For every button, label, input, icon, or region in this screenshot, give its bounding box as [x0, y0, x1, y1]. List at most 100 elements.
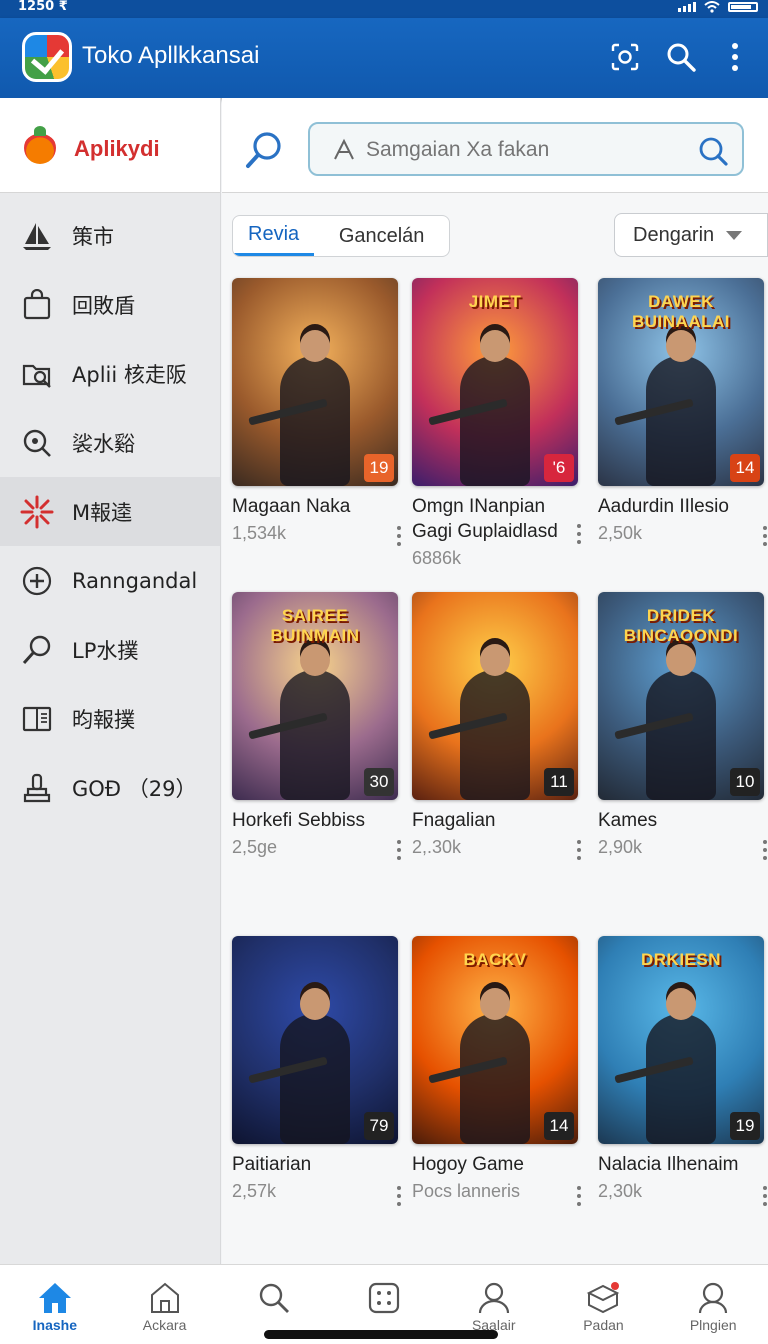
sidebar-item-label: 裟水谿 — [72, 431, 135, 456]
app-card[interactable]: BACKV 14 Hogoy Game Pocs lanneris — [412, 936, 584, 1206]
rating-badge: 19 — [730, 1112, 760, 1140]
search-field[interactable] — [308, 122, 744, 176]
nav-store[interactable]: Ackara — [110, 1265, 220, 1344]
status-icons — [678, 1, 758, 13]
rating-badge: '6 — [544, 454, 574, 482]
rating-badge: 19 — [364, 454, 394, 482]
status-bar: 1250 ₹ — [0, 0, 768, 18]
app-thumbnail: DAWEK BUINAALAI 14 — [598, 278, 764, 486]
more-vert-icon[interactable] — [718, 40, 752, 74]
add-circle-icon — [20, 564, 54, 598]
more-vert-icon[interactable] — [762, 1186, 768, 1206]
sidebar-item-7[interactable]: 昀報撲 — [0, 684, 220, 753]
sidebar-item-5[interactable]: Ranngandal — [0, 546, 220, 615]
status-time: 1250 ₹ — [18, 0, 68, 14]
wifi-icon — [704, 1, 720, 13]
nav-inbox[interactable]: Padan — [549, 1265, 659, 1344]
inbox-icon — [585, 1279, 621, 1317]
sidebar-item-8[interactable]: GOĐ （29） — [0, 753, 220, 822]
more-vert-icon[interactable] — [576, 1186, 582, 1206]
app-card[interactable]: JIMET '6 Omgn INanpian Gagi Guplaidlasd … — [412, 278, 584, 572]
app-logo — [22, 32, 72, 82]
sidebar-item-2[interactable]: Aplii 核走阪 — [0, 339, 220, 408]
tab-gancelan[interactable]: Gancelán — [314, 216, 449, 256]
more-vert-icon[interactable] — [762, 840, 768, 860]
nav-label: Inashe — [32, 1317, 78, 1333]
app-card[interactable]: SAIREE BUINMAIN 30 Horkefi Sebbiss 2,5ge — [232, 592, 404, 861]
nav-label: Ackara — [142, 1317, 187, 1333]
sidebar-item-4[interactable]: M報逵 — [0, 477, 220, 546]
app-downloads: 2,90k — [598, 837, 643, 857]
home-icon — [37, 1279, 73, 1317]
nav-profile[interactable]: Plngien — [658, 1265, 768, 1344]
search-icon[interactable] — [244, 130, 284, 170]
more-vert-icon[interactable] — [396, 840, 402, 860]
app-thumbnail: 79 — [232, 936, 398, 1144]
app-name-line2: Gagi Guplaidlasd — [412, 521, 558, 542]
bag-icon — [20, 288, 54, 322]
app-card[interactable]: DRIDEK BINCAOONDI 10 Kames 2,90k — [598, 592, 768, 861]
rating-badge: 14 — [730, 454, 760, 482]
app-name: Kames — [598, 810, 658, 831]
sidebar-item-label: Ranngandal — [72, 568, 198, 593]
sidebar-item-0[interactable]: 策市 — [0, 201, 220, 270]
main-content: Revia Gancelán Dengarin 19 Magaan Naka 1… — [222, 98, 768, 1264]
more-vert-icon[interactable] — [396, 526, 402, 546]
app-thumbnail: 11 — [412, 592, 578, 800]
folder-search-icon — [20, 357, 54, 391]
sidebar-item-label: 昀報撲 — [72, 707, 135, 732]
brand-logo — [24, 126, 56, 164]
app-name: Magaan Naka — [232, 496, 351, 517]
search-icon[interactable] — [698, 136, 728, 166]
app-name: Hogoy Game — [412, 1154, 524, 1175]
home-indicator — [264, 1330, 498, 1339]
app-downloads: 2,57k — [232, 1181, 277, 1201]
sidebar-item-label: LP水撲 — [72, 638, 139, 663]
more-vert-icon[interactable] — [762, 526, 768, 546]
app-downloads: 2,30k — [598, 1181, 643, 1201]
app-thumbnail: JIMET '6 — [412, 278, 578, 486]
app-card[interactable]: 79 Paitiarian 2,57k — [232, 936, 404, 1206]
rating-badge: 79 — [364, 1112, 394, 1140]
app-card[interactable]: 19 Magaan Naka 1,534k — [232, 278, 404, 547]
sort-label: Dengarin — [633, 223, 715, 246]
app-thumbnail: DRKIESN 19 — [598, 936, 764, 1144]
search-icon[interactable] — [664, 40, 698, 74]
app-thumbnail: 19 — [232, 278, 398, 486]
app-bar: Toko Apllkkansai — [0, 18, 768, 98]
search-row — [222, 98, 768, 193]
rating-badge: 10 — [730, 768, 760, 796]
app-name: Horkefi Sebbiss — [232, 810, 366, 831]
text-format-icon — [334, 138, 354, 160]
app-downloads: 2,50k — [598, 523, 643, 543]
app-card[interactable]: DRKIESN 19 Nalacia Ilhenaim 2,30k — [598, 936, 768, 1206]
sort-dropdown[interactable]: Dengarin — [614, 213, 768, 257]
more-vert-icon[interactable] — [576, 840, 582, 860]
app-banner: SAIREE BUINMAIN — [270, 606, 360, 645]
sidebar-item-1[interactable]: 回敗盾 — [0, 270, 220, 339]
magnifier-icon — [20, 633, 54, 667]
tab-revia[interactable]: Revia — [233, 216, 315, 256]
more-vert-icon[interactable] — [396, 1186, 402, 1206]
app-banner: BACKV — [463, 950, 527, 969]
sidebar-item-3[interactable]: 裟水谿 — [0, 408, 220, 477]
more-vert-icon[interactable] — [576, 524, 582, 544]
sidebar: Aplikydi 策市 回敗盾 Aplii 核走阪 裟水谿 M報逵 Rannga… — [0, 98, 221, 1264]
qr-scan-icon[interactable] — [608, 40, 642, 74]
app-card[interactable]: DAWEK BUINAALAI 14 Aadurdin IIlesio 2,50… — [598, 278, 768, 547]
search-input[interactable] — [366, 136, 686, 164]
sidebar-item-label: GOĐ （29） — [72, 776, 197, 801]
app-title: Toko Apllkkansai — [82, 42, 260, 69]
app-downloads: Pocs lanneris — [412, 1181, 521, 1201]
person-icon — [476, 1279, 512, 1317]
app-downloads: 2,.30k — [412, 837, 462, 857]
nav-label: Padan — [583, 1317, 624, 1333]
app-card[interactable]: 11 Fnagalian 2,.30k — [412, 592, 584, 861]
sidebar-item-6[interactable]: LP水撲 — [0, 615, 220, 684]
app-downloads: 2,5ge — [232, 837, 278, 857]
nav-home[interactable]: Inashe — [0, 1265, 110, 1344]
battery-icon — [728, 2, 758, 12]
app-banner: DRIDEK BINCAOONDI — [623, 606, 739, 645]
app-downloads: 6886k — [412, 548, 462, 568]
zoom-icon — [20, 426, 54, 460]
